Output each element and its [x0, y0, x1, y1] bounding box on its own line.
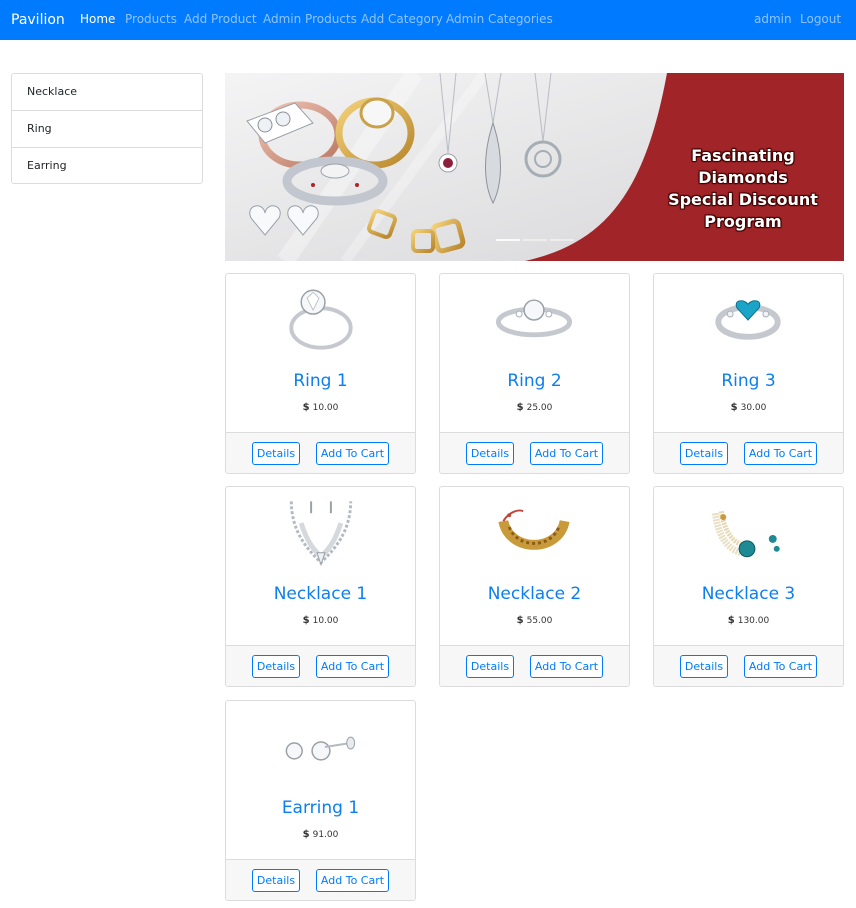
add-to-cart-button[interactable]: Add To Cart	[316, 869, 389, 892]
product-title[interactable]: Earring 1	[226, 797, 415, 819]
product-title[interactable]: Necklace 3	[654, 583, 843, 605]
ring-image	[495, 299, 573, 338]
card-footer: Details Add To Cart	[226, 432, 415, 473]
price-value: 30.00	[740, 403, 767, 413]
brand-logo[interactable]: Pavilion	[11, 10, 65, 30]
necklace-image	[711, 510, 780, 558]
details-button[interactable]: Details	[680, 655, 728, 678]
details-button[interactable]: Details	[680, 442, 728, 465]
price-value: 130.00	[737, 616, 770, 626]
add-to-cart-button[interactable]: Add To Cart	[316, 655, 389, 678]
nav-add-product[interactable]: Add Product	[184, 11, 257, 27]
product-price: $30.00	[654, 401, 843, 415]
nav-admin-products[interactable]: Admin Products	[263, 11, 357, 27]
product-price: $10.00	[226, 401, 415, 415]
add-to-cart-button[interactable]: Add To Cart	[744, 442, 817, 465]
nav-admin-categories[interactable]: Admin Categories	[446, 11, 553, 27]
product-title[interactable]: Necklace 2	[440, 583, 629, 605]
currency-symbol: $	[727, 615, 735, 626]
product-card: Ring 2 $25.00 Details Add To Cart	[439, 273, 630, 474]
details-button[interactable]: Details	[252, 442, 300, 465]
product-price: $130.00	[654, 614, 843, 628]
details-button[interactable]: Details	[466, 442, 514, 465]
product-card: Necklace 1 $10.00 Details Add To Cart	[225, 486, 416, 687]
category-list: Necklace Ring Earring	[11, 73, 203, 184]
card-footer: Details Add To Cart	[226, 859, 415, 900]
product-card: Earring 1 $91.00 Details Add To Cart	[225, 700, 416, 901]
details-button[interactable]: Details	[252, 655, 300, 678]
product-card: Necklace 2 $55.00 Details Add To Cart	[439, 486, 630, 687]
price-value: 91.00	[312, 830, 339, 840]
card-footer: Details Add To Cart	[654, 432, 843, 473]
currency-symbol: $	[516, 402, 524, 413]
product-card: Ring 1 $10.00 Details Add To Cart	[225, 273, 416, 474]
card-footer: Details Add To Cart	[226, 645, 415, 686]
ring-image	[715, 300, 781, 340]
currency-symbol: $	[302, 829, 310, 840]
add-to-cart-button[interactable]: Add To Cart	[530, 442, 603, 465]
card-footer: Details Add To Cart	[654, 645, 843, 686]
card-footer: Details Add To Cart	[440, 432, 629, 473]
carousel-indicator-1[interactable]	[496, 239, 520, 241]
details-button[interactable]: Details	[252, 869, 300, 892]
earring-image	[285, 736, 356, 761]
product-price: $10.00	[226, 614, 415, 628]
add-to-cart-button[interactable]: Add To Cart	[744, 655, 817, 678]
product-price: $25.00	[440, 401, 629, 415]
currency-symbol: $	[302, 615, 310, 626]
banner-line-2: Special Discount	[668, 190, 818, 209]
nav-admin-user[interactable]: admin	[754, 11, 792, 27]
necklace-image	[498, 509, 570, 550]
add-to-cart-button[interactable]: Add To Cart	[530, 655, 603, 678]
carousel-indicator-3[interactable]	[550, 239, 574, 241]
banner-line-1: Fascinating Diamonds	[691, 146, 795, 187]
nav-products[interactable]: Products	[125, 11, 177, 27]
product-title[interactable]: Necklace 1	[226, 583, 415, 605]
product-card: Ring 3 $30.00 Details Add To Cart	[653, 273, 844, 474]
category-item-ring[interactable]: Ring	[12, 111, 202, 148]
promo-banner-carousel[interactable]: Fascinating Diamonds Special Discount Pr…	[225, 73, 844, 261]
currency-symbol: $	[516, 615, 524, 626]
product-title[interactable]: Ring 2	[440, 370, 629, 392]
currency-symbol: $	[730, 402, 738, 413]
price-value: 55.00	[526, 616, 553, 626]
necklace-image	[289, 501, 353, 567]
nav-logout[interactable]: Logout	[800, 11, 841, 27]
category-item-necklace[interactable]: Necklace	[12, 74, 202, 111]
ring-image	[289, 289, 353, 350]
product-title[interactable]: Ring 3	[654, 370, 843, 392]
banner-line-3: Program	[704, 212, 782, 231]
price-value: 10.00	[312, 403, 339, 413]
category-item-earring[interactable]: Earring	[12, 148, 202, 183]
carousel-indicator-2[interactable]	[523, 239, 547, 241]
add-to-cart-button[interactable]: Add To Cart	[316, 442, 389, 465]
nav-add-category[interactable]: Add Category	[361, 11, 443, 27]
product-price: $55.00	[440, 614, 629, 628]
details-button[interactable]: Details	[466, 655, 514, 678]
nav-home[interactable]: Home	[80, 11, 115, 27]
product-title[interactable]: Ring 1	[226, 370, 415, 392]
top-navbar: Pavilion Home Products Add Product Admin…	[0, 0, 856, 40]
price-value: 10.00	[312, 616, 339, 626]
product-card: Necklace 3 $130.00 Details Add To Cart	[653, 486, 844, 687]
price-value: 25.00	[526, 403, 553, 413]
card-footer: Details Add To Cart	[440, 645, 629, 686]
banner-caption: Fascinating Diamonds Special Discount Pr…	[645, 145, 841, 233]
product-price: $91.00	[226, 828, 415, 842]
currency-symbol: $	[302, 402, 310, 413]
